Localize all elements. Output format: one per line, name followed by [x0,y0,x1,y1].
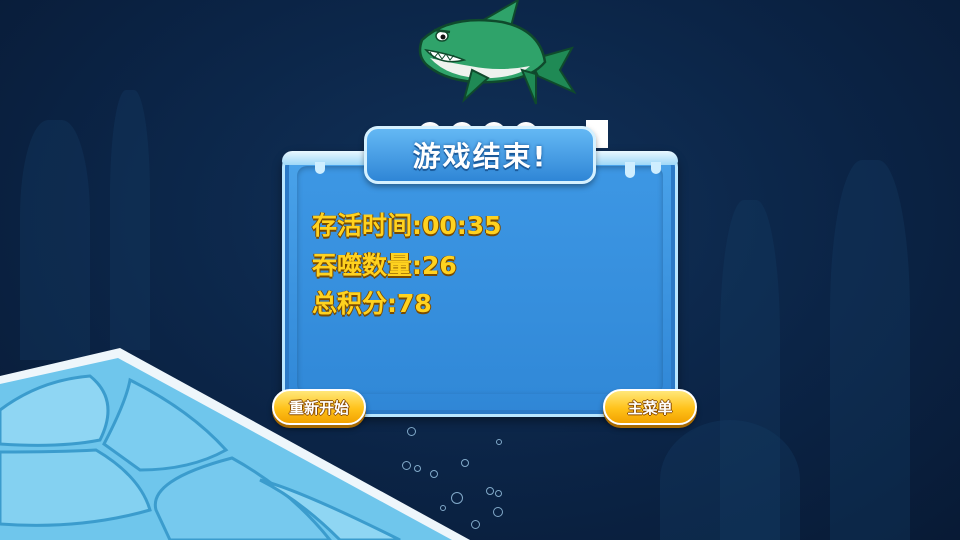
bubble [495,490,502,497]
shark-icon [418,0,577,105]
ice-drip [625,162,635,178]
stat-value: 78 [397,289,432,318]
ice-drip [651,162,661,174]
main-menu-button[interactable]: 主菜单 [603,389,697,425]
bubble [486,487,494,495]
stat-total-score: 总积分: 78 [312,284,432,320]
stat-value: 26 [422,251,457,280]
bubble [440,505,446,511]
background-seaweed [660,420,800,540]
background-seaweed [830,160,910,540]
dialog-title: 游戏结束! [412,140,548,173]
bubble [451,492,463,504]
bubble [402,461,411,470]
bubble [414,465,421,472]
bubble [407,427,416,436]
bubble [496,439,502,445]
stat-label: 总积分: [312,289,397,318]
main-menu-button-label: 主菜单 [627,398,673,417]
background-seaweed [20,120,90,360]
stat-label: 吞噬数量: [312,251,422,280]
restart-button-label: 重新开始 [288,398,349,417]
bubble [471,520,480,529]
stat-eaten-count: 吞噬数量: 26 [312,246,457,282]
bubble [493,507,503,517]
stat-value: 00:35 [422,211,502,240]
bubble [430,470,438,478]
stat-survival-time: 存活时间: 00:35 [312,206,502,242]
background-seaweed [110,90,150,350]
bubble [461,459,469,467]
dialog-title-plate: 游戏结束! [364,126,596,184]
restart-button[interactable]: 重新开始 [272,389,366,425]
stat-label: 存活时间: [312,211,422,240]
ice-drip [315,162,325,174]
